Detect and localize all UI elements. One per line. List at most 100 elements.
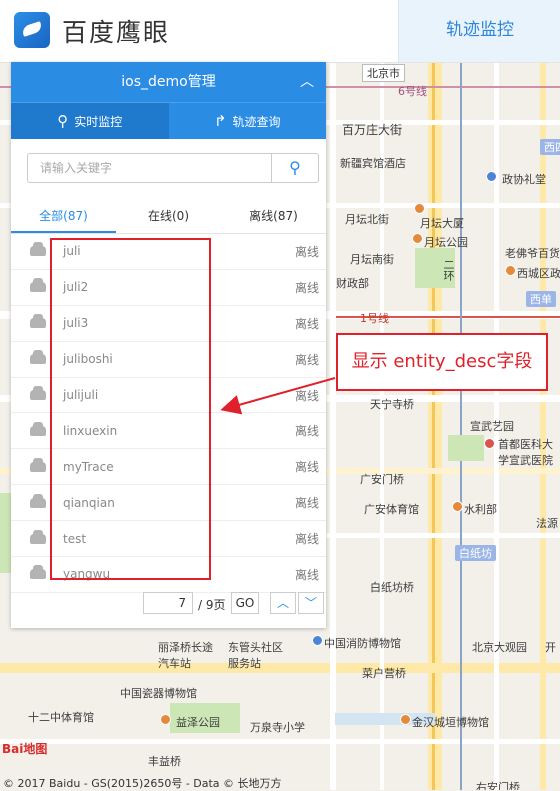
location-pin-icon: ⚲ (57, 112, 69, 130)
prev-page-button[interactable]: ︿ (270, 592, 296, 614)
map-label: 月坛南街 (350, 253, 394, 266)
map-label: 丽泽桥长途汽车站 (158, 641, 213, 670)
baidu-eagle-logo (14, 12, 50, 48)
next-page-button[interactable]: ﹀ (298, 592, 324, 614)
panel-title: ios_demo管理 (121, 74, 216, 90)
chevron-up-icon[interactable]: ︿ (300, 62, 314, 102)
map-label: 西单 (526, 291, 556, 307)
map-label: 法源 (536, 517, 558, 530)
app-title: 百度鹰眼 (62, 18, 171, 47)
filter-online[interactable]: 在线(0) (116, 199, 221, 233)
map-label: 开 (545, 641, 556, 654)
tab-track-monitor[interactable]: 轨迹监控 (398, 0, 560, 62)
page-number-input[interactable] (143, 592, 193, 614)
map-poi (400, 714, 411, 725)
filter-all[interactable]: 全部(87) (11, 199, 116, 233)
entity-status: 离线 (294, 567, 319, 582)
map-label: 右安门桥 (476, 781, 520, 790)
tab-realtime-monitor[interactable]: ⚲ 实时监控 (11, 103, 169, 139)
car-icon (30, 278, 46, 293)
map-label: 首都医科大学宣武医院 (498, 438, 553, 467)
map-label: 6号线 (398, 85, 427, 98)
map-label: 西四 (540, 139, 560, 155)
city-select[interactable]: 北京市 (362, 64, 405, 82)
map-poi (412, 233, 423, 244)
map-label: 财政部 (336, 277, 369, 290)
map-label: 广安门桥 (360, 473, 404, 486)
turn-arrow-icon: ↱ (213, 112, 227, 130)
map-label: 百万庄大街 (342, 123, 403, 137)
entity-status: 离线 (294, 460, 319, 475)
map-label: 1号线 (360, 312, 389, 325)
filter-offline[interactable]: 离线(87) (221, 199, 326, 233)
map-label: 益泽公园 (176, 716, 220, 729)
map-label: 西城区政府 (517, 267, 560, 280)
map-label: 宣武艺园 (470, 420, 514, 433)
entity-status: 离线 (294, 424, 319, 439)
map-label: 月坛大厦 (420, 217, 464, 230)
chevron-up-icon: ︿ (276, 596, 289, 610)
tab-label: 轨迹查询 (232, 114, 281, 129)
map-label: 中国消防博物馆 (324, 637, 401, 650)
go-button[interactable]: GO (231, 592, 259, 614)
car-icon (30, 529, 46, 544)
entity-status: 离线 (294, 280, 319, 295)
annotation-callout: 显示 entity_desc字段 (336, 333, 548, 391)
map-label: 新疆宾馆酒店 (340, 157, 406, 170)
search-input[interactable] (27, 153, 271, 183)
entity-status: 离线 (294, 496, 319, 511)
app-header: 百度鹰眼 轨迹监控 (0, 0, 560, 63)
map-label: 十二中体育馆 (28, 711, 94, 724)
map-copyright: © 2017 Baidu - GS(2015)2650号 - Data © 长地… (3, 777, 282, 790)
map-poi (484, 438, 495, 449)
entity-names-highlight (50, 238, 211, 580)
map-label: 白纸坊 (455, 545, 496, 561)
baidu-map-logo: Bai地图 (2, 742, 48, 756)
map-poi (312, 635, 323, 646)
map-poi (160, 714, 171, 725)
map-label: 北京大观园 (472, 641, 527, 654)
car-icon (30, 386, 46, 400)
map-poi (414, 203, 425, 214)
map-poi (486, 171, 497, 182)
map-label: 月坛北街 (345, 213, 389, 226)
car-icon (30, 314, 46, 329)
map-label: 东管头社区服务站 (228, 641, 283, 670)
entity-status: 离线 (294, 388, 319, 403)
map-label: 政协礼堂 (502, 173, 546, 186)
map-label: 广安体育馆 (364, 503, 419, 516)
entity-status: 离线 (294, 316, 319, 331)
car-icon (30, 457, 46, 472)
map-label: 白纸坊桥 (370, 581, 414, 594)
car-icon (30, 493, 46, 508)
map-label: 菜户营桥 (362, 667, 406, 680)
map-label: 二环 (442, 259, 455, 281)
search-button[interactable]: ⚲ (271, 153, 319, 183)
map-label: 月坛公园 (424, 236, 468, 249)
entity-status: 离线 (294, 244, 319, 259)
panel-header: ios_demo管理 ︿ (11, 62, 326, 102)
car-icon (30, 350, 46, 365)
page-total: / 9页 (198, 598, 226, 612)
map-label: 金汉城垣博物馆 (412, 716, 489, 729)
entity-status: 离线 (294, 532, 319, 547)
search-icon: ⚲ (289, 158, 301, 177)
entity-status: 离线 (294, 352, 319, 367)
map-label: 水利部 (464, 503, 497, 516)
map-label: 天宁寺桥 (370, 398, 414, 411)
map-poi (505, 265, 516, 276)
map-label: 老佛爷百货 (505, 247, 560, 260)
mode-tabs: ⚲ 实时监控 ↱ 轨迹查询 (11, 102, 326, 139)
tab-track-query[interactable]: ↱ 轨迹查询 (169, 103, 327, 139)
map-poi (452, 501, 463, 512)
car-icon (30, 565, 46, 580)
pagination: / 9页 GO ︿ ﹀ (11, 590, 326, 620)
map-label: 万泉寺小学 (250, 721, 305, 734)
tab-label: 实时监控 (74, 114, 123, 129)
chevron-down-icon: ﹀ (304, 596, 317, 610)
search-bar: ⚲ (11, 139, 326, 199)
car-icon (30, 421, 46, 436)
map-label: 中国瓷器博物馆 (120, 687, 197, 700)
status-filter-tabs: 全部(87) 在线(0) 离线(87) (11, 199, 326, 234)
map-label: 丰益桥 (148, 755, 181, 768)
